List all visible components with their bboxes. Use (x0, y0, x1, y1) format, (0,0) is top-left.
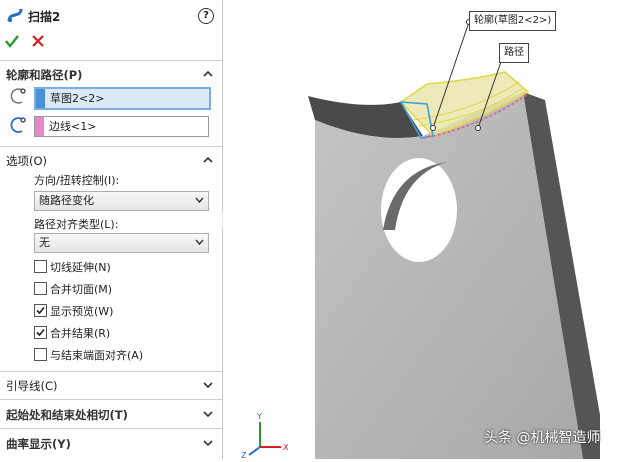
triad-z-label: Z (241, 451, 247, 459)
orientation-label: 方向/扭转控制(I): (34, 174, 120, 187)
chevron-down-icon (195, 197, 204, 204)
path-icon (10, 117, 26, 133)
section-options-header[interactable]: 选项(O) (0, 149, 222, 171)
help-icon[interactable]: ? (198, 8, 214, 24)
orientation-value: 随路径变化 (39, 194, 94, 207)
property-manager-header: 扫描2 ? (0, 0, 222, 30)
property-manager: 扫描2 ? 轮廓和路径(P) 草图2<2> 边线<1> 选项(O) 方向/扭转控… (0, 0, 223, 459)
cancel-x-icon[interactable] (30, 33, 46, 49)
checkbox-label: 切线延伸(N) (50, 261, 111, 274)
checkbox[interactable] (34, 260, 47, 273)
checkbox[interactable] (34, 282, 47, 295)
part-model: Y X Z (241, 19, 600, 460)
path-value: 边线<1> (49, 120, 97, 133)
divider (0, 399, 222, 400)
align-type-value: 无 (39, 236, 50, 249)
section-label: 选项(O) (6, 154, 48, 168)
path-selection-box[interactable]: 边线<1> (34, 116, 209, 137)
section-tangency-header[interactable]: 起始处和结束处相切(T) (0, 403, 222, 425)
chevron-up-icon[interactable] (202, 68, 214, 80)
profile-value: 草图2<2> (50, 92, 105, 105)
checkbox-label: 合并结果(R) (50, 327, 111, 340)
divider (0, 371, 222, 372)
align-type-dropdown[interactable]: 无 (34, 233, 209, 253)
triad-y-label: Y (256, 412, 262, 421)
divider (0, 146, 222, 147)
align-type-label: 路径对齐类型(L): (34, 218, 119, 231)
checkbox-label: 与结束端面对齐(A) (50, 349, 144, 362)
callout-path[interactable]: 路径 (499, 43, 529, 63)
section-label: 起始处和结束处相切(T) (6, 408, 128, 422)
orientation-dropdown[interactable]: 随路径变化 (34, 191, 209, 211)
check-icon (36, 306, 45, 315)
section-curvature-header[interactable]: 曲率显示(Y) (0, 432, 222, 454)
ok-check-icon[interactable] (4, 33, 20, 49)
watermark: 头条 @机械智造师 (484, 430, 601, 446)
section-label: 引导线(C) (6, 379, 58, 393)
path-color-swatch (35, 117, 44, 136)
divider (0, 428, 222, 429)
profile-color-swatch (36, 89, 45, 108)
chevron-down-icon[interactable] (202, 379, 214, 391)
chevron-up-icon[interactable] (202, 154, 214, 166)
divider (0, 60, 222, 61)
sweep-feature-icon (7, 8, 23, 23)
checkbox[interactable] (34, 348, 47, 361)
section-profile-path-header[interactable]: 轮廓和路径(P) (0, 63, 222, 85)
check-icon (36, 328, 45, 337)
checkbox-label: 合并切面(M) (50, 283, 113, 296)
chevron-down-icon[interactable] (202, 408, 214, 420)
triad-x-label: X (283, 443, 289, 452)
checkbox-checked[interactable] (34, 326, 47, 339)
chevron-down-icon[interactable] (202, 437, 214, 449)
section-guide-curves-header[interactable]: 引导线(C) (0, 374, 222, 396)
callout-profile[interactable]: 轮廓(草图2<2>) (469, 11, 557, 31)
profile-selection-box[interactable]: 草图2<2> (34, 87, 211, 110)
graphics-viewport[interactable]: Y X Z 轮廓(草图2<2>) 路径 (223, 0, 640, 460)
section-label: 曲率显示(Y) (6, 437, 71, 451)
view-triad (248, 422, 281, 456)
feature-title: 扫描2 (28, 10, 61, 24)
checkbox-label: 显示预览(W) (50, 305, 114, 318)
section-label: 轮廓和路径(P) (6, 68, 83, 82)
chevron-down-icon (195, 239, 204, 246)
profile-icon (10, 88, 26, 104)
checkbox-checked[interactable] (34, 304, 47, 317)
